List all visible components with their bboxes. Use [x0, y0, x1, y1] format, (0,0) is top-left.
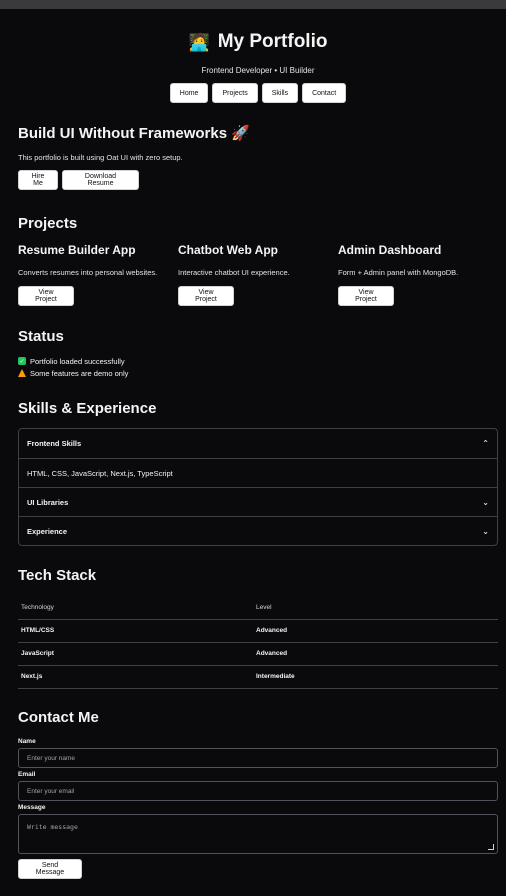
projects-section: Projects Resume Builder App Converts res… [18, 216, 498, 306]
project-title: Chatbot Web App [178, 243, 278, 257]
view-project-button[interactable]: View Project [338, 286, 394, 306]
checkbox-check-icon: ✓ [18, 357, 26, 365]
accordion-ui-libraries[interactable]: UI Libraries ⌄ [19, 487, 497, 516]
status-warning-row: Some features are demo only [18, 367, 498, 379]
title-row: 🧑‍💻 My Portfolio [18, 29, 498, 55]
status-section: Status ✓ Portfolio loaded successfully S… [18, 329, 498, 379]
name-label: Name [18, 738, 36, 745]
tech-heading: Tech Stack [18, 567, 97, 584]
projects-grid: Resume Builder App Converts resumes into… [18, 243, 498, 306]
tech-stack-section: Tech Stack Technology Level HTML/CSS Adv… [18, 568, 498, 689]
project-title: Resume Builder App [18, 243, 136, 257]
table-cell: HTML/CSS [18, 619, 253, 643]
project-card: Chatbot Web App Interactive chatbot UI e… [178, 243, 338, 306]
resize-handle-icon[interactable] [488, 844, 494, 850]
tech-table: Technology Level HTML/CSS Advanced JavaS… [18, 596, 498, 689]
view-project-button[interactable]: View Project [18, 286, 74, 306]
site-header: 🧑‍💻 My Portfolio Frontend Developer • UI… [18, 29, 498, 103]
skills-heading: Skills & Experience [18, 400, 157, 417]
table-cell: Intermediate [253, 665, 498, 689]
table-row: JavaScript Advanced [18, 642, 498, 666]
name-input[interactable]: Enter your name [18, 748, 498, 768]
nav-skills-button[interactable]: Skills [261, 83, 299, 103]
project-title: Admin Dashboard [338, 243, 442, 257]
table-header-row: Technology Level [18, 596, 498, 620]
email-input[interactable]: Enter your email [18, 781, 498, 801]
contact-section: Contact Me Name Enter your name Email En… [18, 710, 498, 879]
status-heading: Status [18, 328, 64, 345]
chevron-down-icon: ⌄ [482, 526, 489, 536]
chevron-down-icon: ⌄ [482, 497, 489, 507]
accordion-experience[interactable]: Experience ⌄ [19, 516, 497, 545]
warning-icon [18, 369, 26, 377]
table-cell: Advanced [253, 619, 498, 643]
skills-section: Skills & Experience Frontend Skills ⌃ HT… [18, 401, 498, 546]
table-row: HTML/CSS Advanced [18, 619, 498, 643]
nav-contact-button[interactable]: Contact [302, 83, 347, 103]
project-card: Resume Builder App Converts resumes into… [18, 243, 178, 306]
hero-buttons: Hire Me Download Resume [18, 170, 498, 190]
project-description: Form + Admin panel with MongoDB. [338, 268, 459, 277]
chevron-up-icon: ⌃ [482, 439, 489, 448]
developer-emoji-icon: 🧑‍💻 [188, 32, 210, 52]
project-description: Converts resumes into personal websites. [18, 268, 158, 277]
hero-text: This portfolio is built using Oat UI wit… [18, 153, 183, 162]
hero-section: Build UI Without Frameworks 🚀 This portf… [18, 126, 498, 190]
column-header-level: Level [253, 596, 498, 620]
email-label: Email [18, 771, 36, 778]
send-message-button[interactable]: Send Message [18, 859, 82, 879]
project-card: Admin Dashboard Form + Admin panel with … [338, 243, 498, 306]
project-description: Interactive chatbot UI experience. [178, 268, 290, 277]
nav-home-button[interactable]: Home [169, 83, 209, 103]
table-cell: Next.js [18, 665, 253, 689]
table-cell: Advanced [253, 642, 498, 666]
accordion-frontend-skills[interactable]: Frontend Skills ⌃ [19, 429, 497, 458]
hire-me-button[interactable]: Hire Me [18, 170, 58, 190]
accordion-label: Frontend Skills [27, 439, 82, 448]
projects-heading: Projects [18, 215, 78, 232]
skills-accordion: Frontend Skills ⌃ HTML, CSS, JavaScript,… [18, 428, 498, 546]
contact-heading: Contact Me [18, 709, 99, 726]
browser-top-bar [0, 0, 506, 9]
message-label: Message [18, 804, 46, 811]
page-title: My Portfolio [217, 31, 328, 52]
accordion-frontend-content: HTML, CSS, JavaScript, Next.js, TypeScri… [19, 458, 497, 487]
status-success-text: Portfolio loaded successfully [30, 356, 125, 366]
accordion-label: UI Libraries [27, 497, 69, 507]
column-header-technology: Technology [18, 596, 253, 620]
hero-heading: Build UI Without Frameworks 🚀 [18, 125, 250, 142]
message-textarea[interactable]: Write message [18, 814, 498, 854]
subtitle: Frontend Developer • UI Builder [201, 66, 315, 75]
status-warning-text: Some features are demo only [30, 368, 129, 378]
nav-projects-button[interactable]: Projects [212, 83, 258, 103]
table-row: Next.js Intermediate [18, 665, 498, 689]
status-success-row: ✓ Portfolio loaded successfully [18, 355, 498, 367]
message-placeholder: Write message [27, 823, 78, 831]
table-cell: JavaScript [18, 642, 253, 666]
main-nav: Home Projects Skills Contact [18, 83, 498, 103]
download-resume-button[interactable]: Download Resume [62, 170, 139, 190]
view-project-button[interactable]: View Project [178, 286, 234, 306]
accordion-label: Experience [27, 526, 68, 536]
